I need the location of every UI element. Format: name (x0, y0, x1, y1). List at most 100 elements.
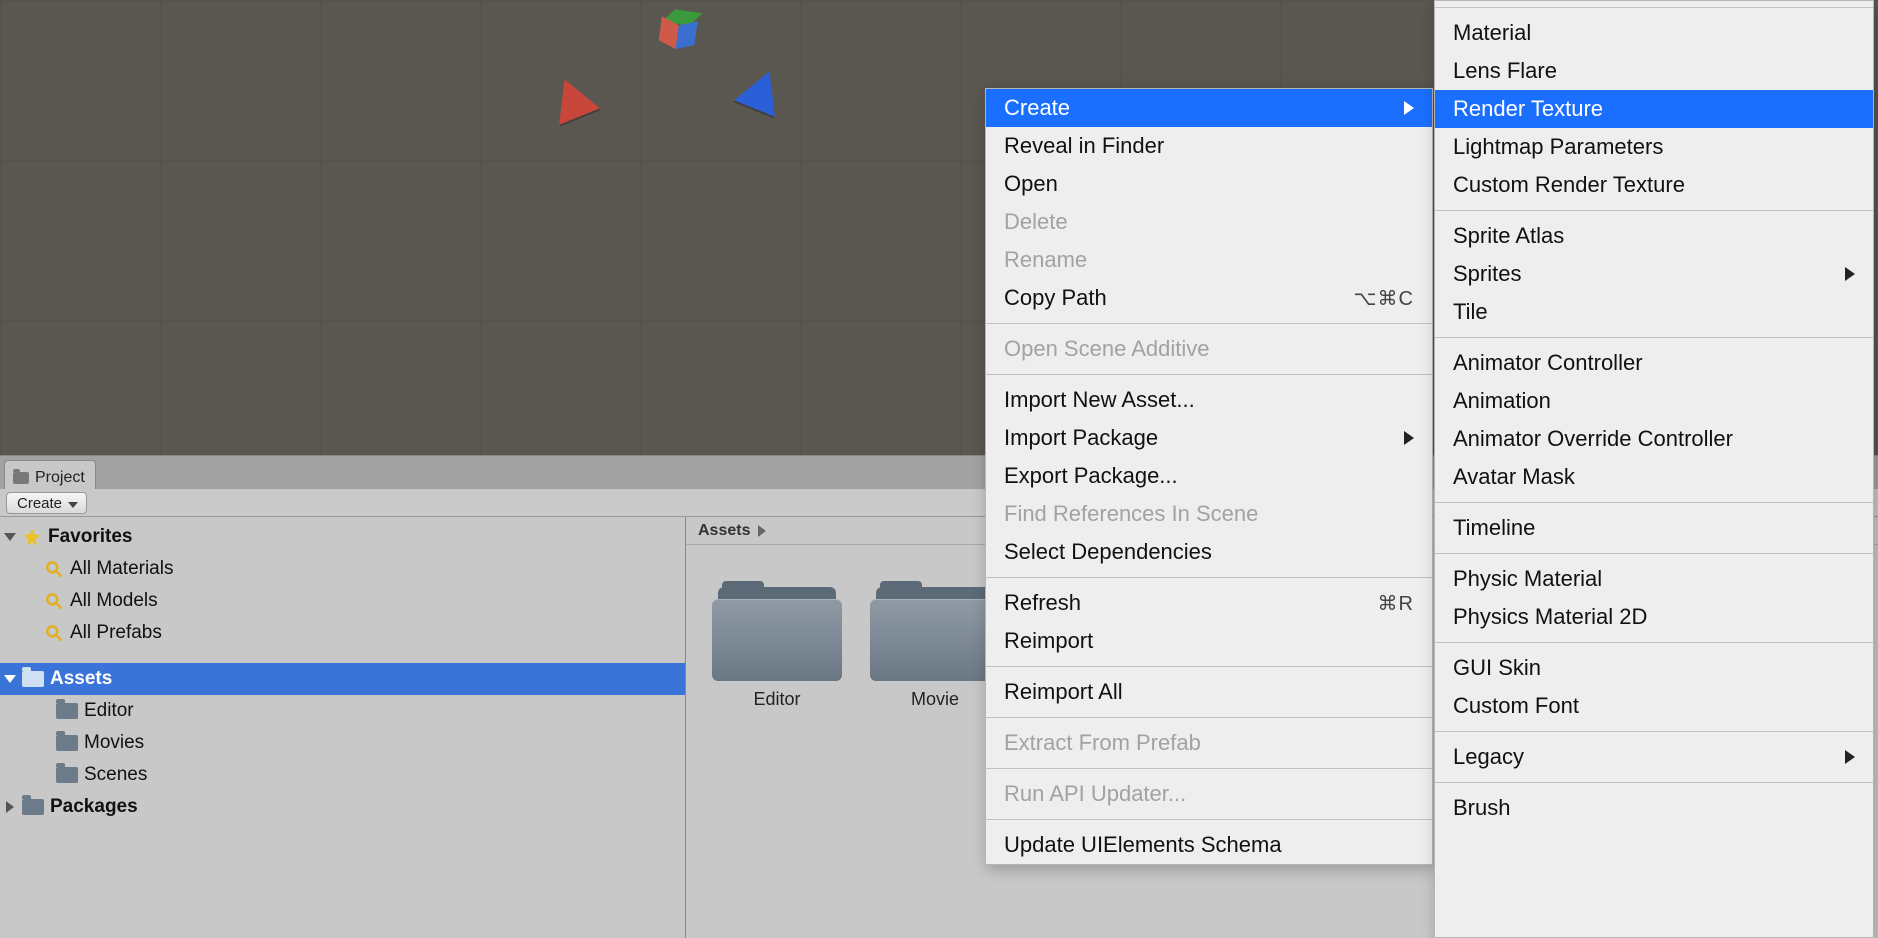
menu-item-label: Avatar Mask (1453, 464, 1575, 490)
menu-item-label: Custom Font (1453, 693, 1579, 719)
asset-label: Movie (870, 689, 1000, 710)
menu-item-physic-material[interactable]: Physic Material (1435, 560, 1873, 598)
star-icon (22, 527, 42, 547)
menu-item-label: Animation (1453, 388, 1551, 414)
menu-item-reimport[interactable]: Reimport (986, 622, 1432, 660)
menu-separator (986, 819, 1432, 820)
menu-item-create[interactable]: Create (986, 89, 1432, 127)
chevron-right-icon (1404, 431, 1414, 445)
search-icon (44, 591, 64, 611)
menu-item-export-package[interactable]: Export Package... (986, 457, 1432, 495)
disclosure-icon[interactable] (4, 675, 16, 683)
menu-item-avatar-mask[interactable]: Avatar Mask (1435, 458, 1873, 496)
chevron-right-icon (1404, 101, 1414, 115)
menu-item-update-uielements-schema[interactable]: Update UIElements Schema (986, 826, 1432, 864)
menu-separator (986, 768, 1432, 769)
folder-editor[interactable]: Editor (0, 695, 685, 727)
menu-item-animation[interactable]: Animation (1435, 382, 1873, 420)
disclosure-icon[interactable] (4, 533, 16, 541)
menu-item-open[interactable]: Open (986, 165, 1432, 203)
favorite-all-models[interactable]: All Models (0, 585, 685, 617)
orientation-gizmo[interactable] (510, 0, 770, 130)
menu-item-custom-render-texture[interactable]: Custom Render Texture (1435, 166, 1873, 204)
menu-item-label: Open Scene Additive (1004, 336, 1209, 362)
menu-shortcut: ⌘R (1378, 591, 1414, 616)
menu-item-copy-path[interactable]: Copy Path⌥⌘C (986, 279, 1432, 317)
menu-item-label: Import Package (1004, 425, 1158, 451)
folder-icon (56, 767, 78, 783)
menu-item-physics-material-2d[interactable]: Physics Material 2D (1435, 598, 1873, 636)
menu-item-brush[interactable]: Brush (1435, 789, 1873, 827)
folder-icon (712, 581, 842, 681)
menu-item-label: Select Dependencies (1004, 539, 1212, 565)
favorite-all-prefabs[interactable]: All Prefabs (0, 617, 685, 649)
x-axis-cone-icon (544, 71, 600, 125)
menu-item-animator-controller[interactable]: Animator Controller (1435, 344, 1873, 382)
menu-item-label: Open (1004, 171, 1058, 197)
menu-item-tile[interactable]: Tile (1435, 293, 1873, 331)
menu-item-label: Reimport (1004, 628, 1093, 654)
favorite-all-materials[interactable]: All Materials (0, 553, 685, 585)
menu-item-label: GUI Skin (1453, 655, 1541, 681)
favorites-label: Favorites (48, 526, 132, 548)
favorite-label: All Models (70, 590, 158, 612)
folder-icon (22, 671, 44, 687)
create-submenu[interactable]: MaterialLens FlareRender Texture Lightmap… (1434, 0, 1874, 938)
menu-separator (1435, 782, 1873, 783)
menu-item-custom-font[interactable]: Custom Font (1435, 687, 1873, 725)
menu-item-render-texture[interactable]: Render Texture (1435, 90, 1873, 128)
menu-item-label: Delete (1004, 209, 1068, 235)
menu-item-select-dependencies[interactable]: Select Dependencies (986, 533, 1432, 571)
menu-item-lens-flare[interactable]: Lens Flare (1435, 52, 1873, 90)
disclosure-icon[interactable] (6, 801, 14, 813)
context-menu[interactable]: CreateReveal in FinderOpenDeleteRenameCo… (985, 88, 1433, 865)
menu-separator (1435, 553, 1873, 554)
project-tree[interactable]: Favorites All Materials All Models All P… (0, 517, 686, 938)
menu-item-label: Reimport All (1004, 679, 1123, 705)
folder-icon (56, 735, 78, 751)
folder-icon (56, 703, 78, 719)
menu-item-animator-override-controller[interactable]: Animator Override Controller (1435, 420, 1873, 458)
menu-item-refresh[interactable]: Refresh⌘R (986, 584, 1432, 622)
menu-item-open-scene-additive: Open Scene Additive (986, 330, 1432, 368)
packages-node[interactable]: Packages (0, 791, 685, 823)
menu-separator (1435, 642, 1873, 643)
menu-item-delete: Delete (986, 203, 1432, 241)
menu-item-import-new-asset[interactable]: Import New Asset... (986, 381, 1432, 419)
menu-item-label: Tile (1453, 299, 1488, 325)
menu-item-sprites[interactable]: Sprites (1435, 255, 1873, 293)
menu-item-extract-from-prefab: Extract From Prefab (986, 724, 1432, 762)
folder-icon (13, 472, 29, 484)
menu-item-label: Extract From Prefab (1004, 730, 1201, 756)
folder-movies[interactable]: Movies (0, 727, 685, 759)
menu-item-label: Create (1004, 95, 1070, 121)
favorite-label: All Prefabs (70, 622, 162, 644)
menu-separator (986, 717, 1432, 718)
menu-item-lightmap-parameters[interactable]: Lightmap Parameters (1435, 128, 1873, 166)
menu-item-label: Lightmap Parameters (1453, 134, 1663, 160)
asset-folder-editor[interactable]: Editor (712, 581, 842, 710)
menu-item-reimport-all[interactable]: Reimport All (986, 673, 1432, 711)
favorite-label: All Materials (70, 558, 173, 580)
menu-item-label: Sprites (1453, 261, 1521, 287)
menu-item-timeline[interactable]: Timeline (1435, 509, 1873, 547)
search-icon (44, 623, 64, 643)
menu-separator (986, 374, 1432, 375)
menu-item-find-references-in-scene: Find References In Scene (986, 495, 1432, 533)
menu-item-label: Copy Path (1004, 285, 1107, 311)
menu-item-sprite-atlas[interactable]: Sprite Atlas (1435, 217, 1873, 255)
menu-item-reveal-in-finder[interactable]: Reveal in Finder (986, 127, 1432, 165)
favorites-node[interactable]: Favorites (0, 521, 685, 553)
assets-node[interactable]: Assets (0, 663, 685, 695)
asset-folder-movie[interactable]: Movie (870, 581, 1000, 710)
menu-item-label: Find References In Scene (1004, 501, 1258, 527)
menu-item-material[interactable]: Material (1435, 14, 1873, 52)
menu-item-import-package[interactable]: Import Package (986, 419, 1432, 457)
menu-item-legacy[interactable]: Legacy (1435, 738, 1873, 776)
project-tab[interactable]: Project (4, 460, 96, 490)
menu-item-label: Legacy (1453, 744, 1524, 770)
folder-scenes[interactable]: Scenes (0, 759, 685, 791)
menu-item-gui-skin[interactable]: GUI Skin (1435, 649, 1873, 687)
create-dropdown-button[interactable]: Create (6, 492, 87, 514)
breadcrumb-root[interactable]: Assets (698, 522, 750, 540)
